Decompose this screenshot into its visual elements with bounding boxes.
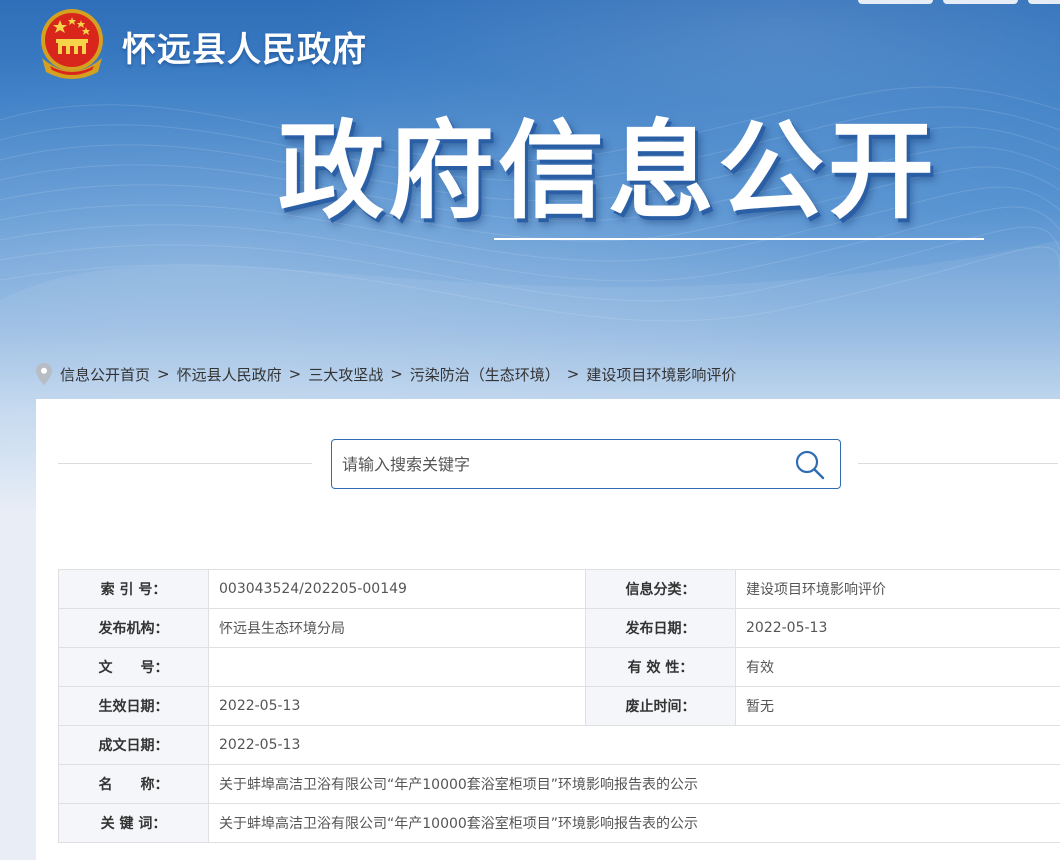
- table-row: 索 引 号： 003043524/202205-00149 信息分类： 建设项目…: [58, 569, 1060, 609]
- breadcrumb-separator: >: [566, 365, 580, 383]
- category-value: 建设项目环境影响评价: [735, 569, 1060, 609]
- index-no-label: 索 引 号：: [58, 569, 209, 609]
- search-divider-left: [58, 463, 312, 464]
- doc-no-label: 文 号：: [58, 647, 209, 687]
- written-date-label: 成文日期：: [58, 725, 209, 765]
- top-link-button-3[interactable]: [1028, 0, 1060, 4]
- effective-date-value: 2022-05-13: [208, 686, 586, 726]
- content-panel: 索 引 号： 003043524/202205-00149 信息分类： 建设项目…: [36, 399, 1060, 860]
- expiry-value: 暂无: [735, 686, 1060, 726]
- table-row: 发布机构： 怀远县生态环境分局 发布日期： 2022-05-13: [58, 608, 1060, 648]
- table-row: 名 称： 关于蚌埠高洁卫浴有限公司“年产10000套浴室柜项目”环境影响报告表的…: [58, 764, 1060, 804]
- breadcrumb: 信息公开首页 > 怀远县人民政府 > 三大攻坚战 > 污染防治（生态环境） > …: [36, 362, 736, 386]
- search-icon[interactable]: [794, 449, 826, 481]
- written-date-value: 2022-05-13: [208, 725, 1060, 765]
- hero-title: 政府信息公开: [278, 110, 938, 233]
- pub-date-value: 2022-05-13: [735, 608, 1060, 648]
- info-metadata-table: 索 引 号： 003043524/202205-00149 信息分类： 建设项目…: [58, 569, 1060, 843]
- breadcrumb-item-three-battles[interactable]: 三大攻坚战: [308, 364, 383, 385]
- effective-date-label: 生效日期：: [58, 686, 209, 726]
- table-row: 成文日期： 2022-05-13: [58, 725, 1060, 765]
- breadcrumb-item-home[interactable]: 信息公开首页: [60, 364, 150, 385]
- search-input[interactable]: [342, 450, 762, 478]
- publisher-value: 怀远县生态环境分局: [208, 608, 586, 648]
- pub-date-label: 发布日期：: [585, 608, 736, 648]
- site-title[interactable]: 怀远县人民政府: [122, 22, 367, 71]
- table-row: 关 键 词： 关于蚌埠高洁卫浴有限公司“年产10000套浴室柜项目”环境影响报告…: [58, 803, 1060, 843]
- doc-no-value: [208, 647, 586, 687]
- breadcrumb-item-pollution-control[interactable]: 污染防治（生态环境）: [410, 364, 560, 385]
- breadcrumb-separator: >: [390, 365, 403, 383]
- top-link-button-1[interactable]: [858, 0, 933, 4]
- publisher-label: 发布机构：: [58, 608, 209, 648]
- table-row: 生效日期： 2022-05-13 废止时间： 暂无: [58, 686, 1060, 726]
- validity-label: 有 效 性：: [585, 647, 736, 687]
- keywords-value: 关于蚌埠高洁卫浴有限公司“年产10000套浴室柜项目”环境影响报告表的公示: [208, 803, 1060, 843]
- name-value: 关于蚌埠高洁卫浴有限公司“年产10000套浴室柜项目”环境影响报告表的公示: [208, 764, 1060, 804]
- keywords-label: 关 键 词：: [58, 803, 209, 843]
- breadcrumb-separator: >: [288, 365, 302, 383]
- name-label: 名 称：: [58, 764, 209, 804]
- top-link-button-2[interactable]: [943, 0, 1018, 4]
- breadcrumb-item-eia[interactable]: 建设项目环境影响评价: [586, 364, 736, 385]
- breadcrumb-item-county-government[interactable]: 怀远县人民政府: [177, 364, 282, 385]
- expiry-label: 废止时间：: [585, 686, 736, 726]
- table-row: 文 号： 有 效 性： 有效: [58, 647, 1060, 687]
- category-label: 信息分类：: [585, 569, 736, 609]
- validity-value: 有效: [735, 647, 1060, 687]
- index-no-value: 003043524/202205-00149: [208, 569, 586, 609]
- location-pin-icon: [36, 363, 52, 385]
- national-emblem-icon: [41, 9, 103, 79]
- search-divider-right: [858, 463, 1058, 464]
- hero-underline: [494, 238, 984, 240]
- breadcrumb-separator: >: [157, 365, 170, 383]
- search-box: [331, 439, 841, 489]
